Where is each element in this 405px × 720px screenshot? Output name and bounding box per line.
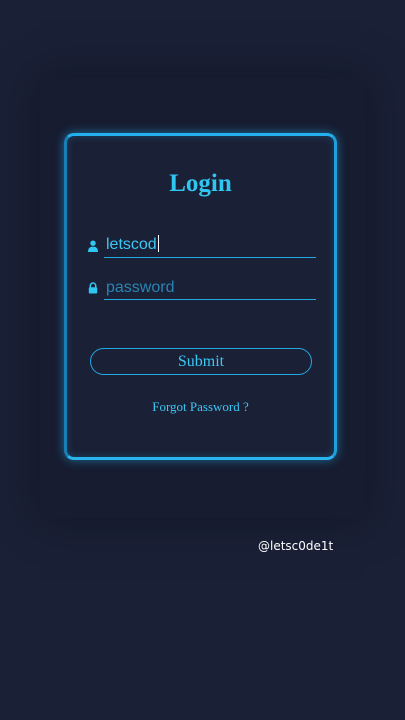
- username-field: letscod: [87, 234, 319, 260]
- login-title: Login: [169, 170, 232, 197]
- lock-icon: [87, 282, 99, 294]
- forgot-password-link[interactable]: Forgot Password ?: [67, 399, 334, 415]
- submit-button[interactable]: Submit: [90, 348, 312, 375]
- login-card: Login letscod Submit Forgot Password ?: [64, 133, 337, 460]
- watermark-handle: @letsc0de1t: [258, 539, 334, 553]
- password-field: [87, 276, 319, 302]
- username-input[interactable]: [104, 234, 316, 258]
- password-input[interactable]: [104, 276, 316, 300]
- user-icon: [87, 240, 99, 252]
